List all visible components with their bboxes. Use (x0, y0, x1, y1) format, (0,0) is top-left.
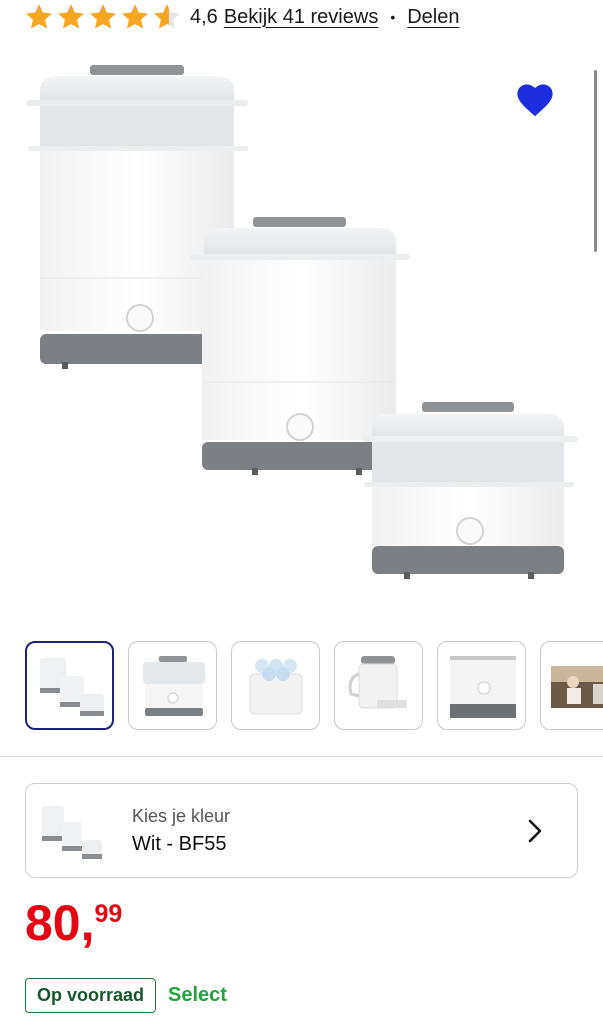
product-image (26, 65, 578, 579)
stock-badge: Op voorraad (25, 978, 157, 1013)
thumbnail-4[interactable] (334, 641, 423, 730)
star-icon (90, 4, 116, 29)
select-label: Select (168, 984, 227, 1006)
thumbnail-6[interactable] (540, 641, 603, 730)
share-link[interactable]: Delen (407, 6, 459, 29)
price-integer: 80 (25, 895, 81, 951)
star-icon (122, 4, 148, 29)
half-star-icon (154, 4, 180, 29)
thumbnail-5[interactable] (437, 641, 526, 730)
thumbnail-strip (25, 641, 603, 730)
chevron-right-icon (528, 819, 542, 843)
star-icon (58, 4, 84, 29)
rating-row: 4,6 Bekijk 41 reviews • Delen (24, 0, 460, 34)
heart-icon[interactable] (514, 80, 556, 118)
price-decimals: 99 (94, 900, 123, 928)
thumbnail-3[interactable] (231, 641, 320, 730)
divider (0, 756, 603, 757)
color-selector[interactable]: Kies je kleur Wit - BF55 (25, 783, 578, 878)
stock-row: Op voorraad Select (25, 978, 227, 1013)
small-sterilizer (362, 402, 578, 579)
rating-stars (24, 2, 182, 32)
color-swatch-image (42, 805, 102, 859)
separator-dot: • (390, 9, 396, 25)
product-hero-image[interactable] (0, 50, 603, 620)
price-separator: , (80, 895, 95, 951)
thumbnail-1[interactable] (25, 641, 114, 730)
thumbnail-2[interactable] (128, 641, 217, 730)
star-icon (26, 4, 52, 29)
price: 80, 99 (25, 898, 122, 948)
reviews-link[interactable]: Bekijk 41 reviews (224, 6, 379, 29)
color-label: Kies je kleur (132, 805, 231, 826)
scrollbar[interactable] (594, 70, 597, 252)
rating-value: 4,6 (190, 5, 218, 28)
color-value: Wit - BF55 (132, 832, 227, 855)
